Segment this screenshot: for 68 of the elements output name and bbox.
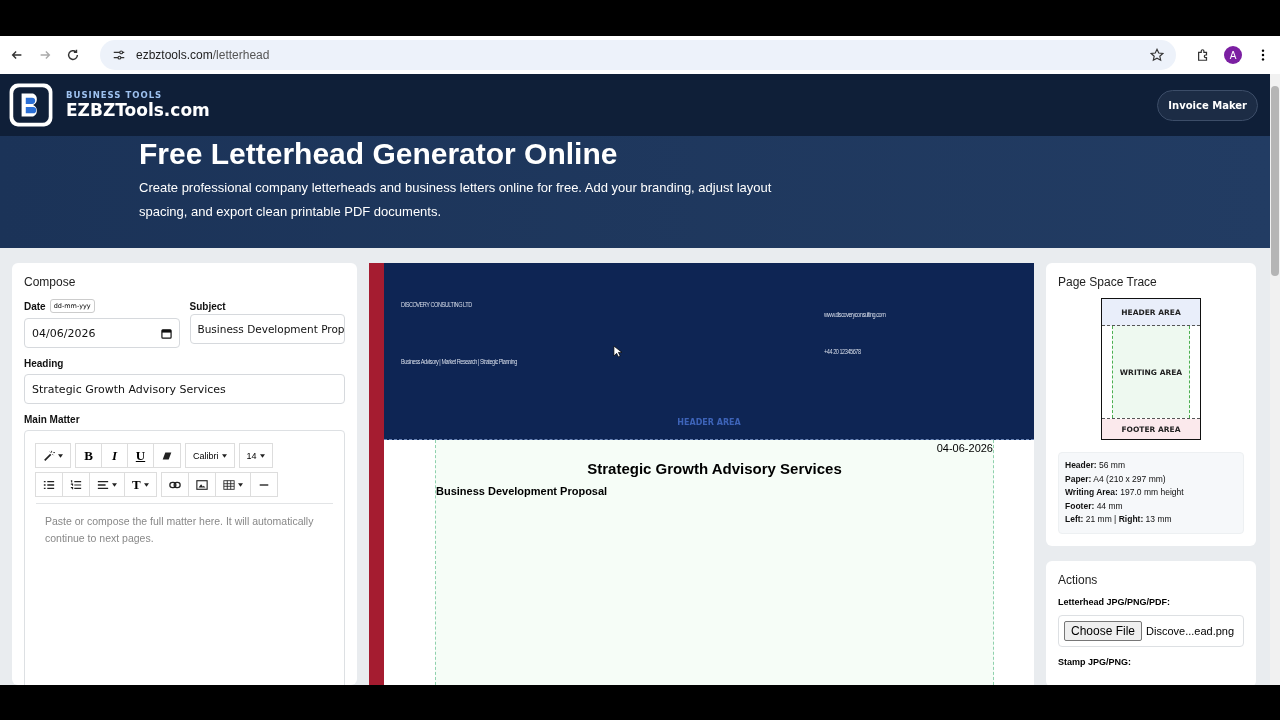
logo-icon[interactable] (8, 82, 54, 128)
url-text: ezbztools.com/letterhead (136, 48, 271, 62)
field-label: Subject (189, 300, 226, 312)
site-tagline: BUSINESS TOOLS (66, 90, 164, 100)
caret-icon (237, 482, 243, 487)
page-description: Create professional company letterheads and business letters online for free. Add your branding, adjust layout spacing, and export clean printable PDF documents. (139, 179, 773, 221)
toolbar-button[interactable] (35, 472, 63, 497)
info-line: Writing Area: 197.0 mm height (1065, 486, 1185, 499)
site-name[interactable]: EZBZTools.com (66, 100, 1146, 120)
toolbar-button[interactable]: B (75, 443, 102, 468)
toolbar-button[interactable] (62, 472, 90, 497)
table-icon (222, 478, 235, 491)
mouse-cursor-icon (613, 345, 622, 358)
field-label: Stamp JPG/PNG: (1058, 656, 1132, 667)
caret-icon (58, 453, 63, 458)
toolbar-button[interactable]: Calibri (185, 443, 235, 468)
date-field[interactable]: 04/06/2026 (24, 318, 180, 348)
heading-field[interactable]: Strategic Growth Advisory Services (24, 374, 345, 404)
info-line: Left: 21 mm | Right: 13 mm (1065, 513, 1173, 526)
reload-icon[interactable] (66, 48, 80, 62)
info-line: Header: 56 mm (1065, 459, 1126, 472)
info-line: Paper: A4 (210 x 297 mm) (1065, 472, 1167, 486)
numbered-list-icon (70, 478, 82, 491)
scrollbar-thumb[interactable] (1271, 86, 1279, 276)
toolbar-button[interactable] (187, 472, 216, 497)
field-label: Letterhead JPG/PNG/PDF: (1058, 596, 1172, 607)
scrollbar[interactable] (1270, 74, 1280, 685)
toolbar-button[interactable] (153, 443, 181, 468)
caret-icon (259, 453, 265, 458)
site-settings-icon[interactable] (112, 48, 126, 62)
subject-field[interactable]: Business Development Prop (189, 314, 345, 344)
profile-avatar[interactable]: A (1224, 46, 1242, 64)
letter-date: 04-06-2026 (935, 441, 993, 454)
choose-file-button[interactable]: Choose File (1064, 620, 1143, 641)
image-icon (195, 478, 208, 491)
toolbar-button[interactable]: 14 (238, 443, 273, 468)
card-title: Actions (1058, 572, 1099, 587)
matter-field[interactable]: Paste or compose the full matter here. It will automatically continue to next pages. (36, 504, 333, 547)
extensions-icon[interactable] (1196, 48, 1210, 62)
caret-icon (112, 482, 117, 487)
field-label: Heading (24, 358, 65, 369)
page-title: Free Letterhead Generator Online (139, 136, 618, 172)
toolbar-button[interactable] (89, 472, 125, 497)
letter-subject: Business Development Proposal (436, 485, 609, 497)
toolbar-button[interactable] (160, 472, 189, 497)
toolbar-button[interactable]: U (127, 443, 154, 468)
letter-heading: Strategic Growth Advisory Services (586, 460, 843, 477)
toolbar-button[interactable] (214, 472, 251, 497)
address-bar[interactable]: ezbztools.com/letterhead (100, 40, 1176, 70)
field-label: Date (24, 300, 46, 312)
calendar-icon[interactable] (160, 327, 172, 339)
toolbar-button[interactable] (35, 443, 71, 468)
magic-wand-icon (43, 449, 55, 462)
align-left-icon (97, 478, 109, 491)
back-icon[interactable] (10, 48, 24, 62)
card-title: Page Space Trace (1058, 275, 1158, 289)
area-label: HEADER AREA (677, 418, 741, 427)
info-line: Footer: 44 mm (1065, 499, 1124, 513)
file-name: Discove...ead.png (1146, 624, 1235, 637)
card-title: Compose (24, 275, 77, 289)
invoice-maker-button[interactable]: Invoice Maker (1157, 89, 1258, 121)
caret-icon (143, 482, 149, 487)
caret-icon (221, 453, 227, 458)
field-label: Main Matter (24, 414, 81, 425)
toolbar-button[interactable]: T (124, 472, 157, 497)
toolbar-button[interactable]: I (101, 443, 128, 468)
bulleted-list-icon (43, 478, 55, 491)
star-icon[interactable] (1150, 48, 1164, 62)
